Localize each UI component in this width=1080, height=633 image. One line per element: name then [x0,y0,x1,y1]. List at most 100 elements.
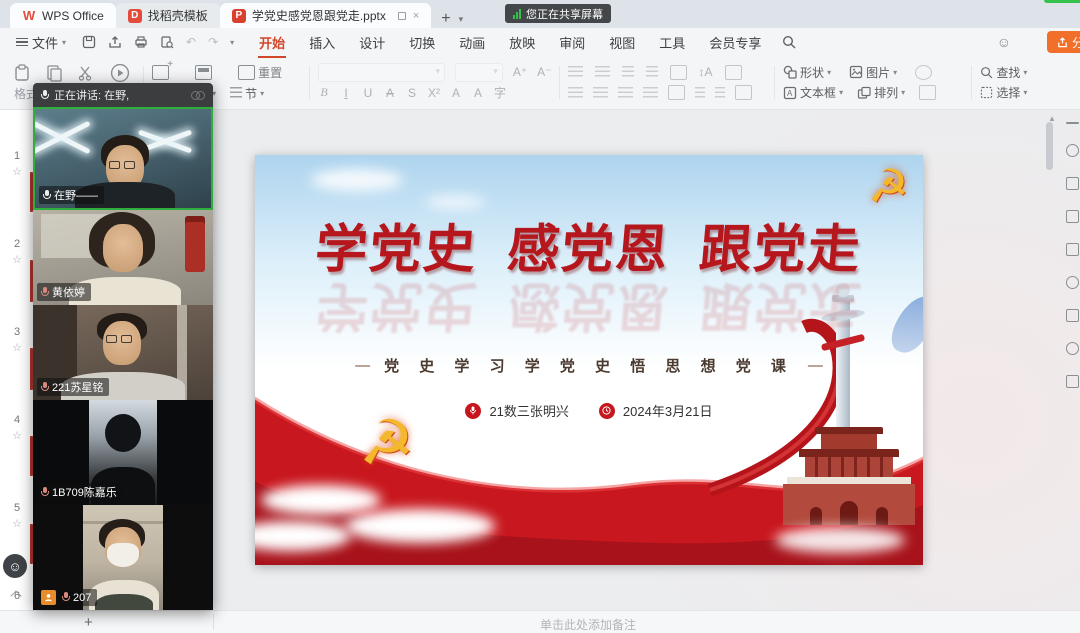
tab-docer-templates[interactable]: D 找稻壳模板 [116,3,220,28]
new-tab-button[interactable]: + [441,10,450,28]
star-icon[interactable]: ☆ [12,429,22,442]
star-icon[interactable]: ☆ [12,253,22,266]
chart-icon[interactable] [915,65,932,80]
rail-tool-icon[interactable] [1066,210,1079,223]
search-icon[interactable] [782,35,796,49]
font-style-button[interactable]: B [318,85,331,100]
textbox-button[interactable]: A文本框▾ [783,84,843,101]
arrange-button[interactable]: 排列▾ [857,84,905,101]
screen-share-indicator[interactable]: 您正在共享屏幕 [505,4,611,23]
cut-icon[interactable] [78,65,94,81]
clipboard-icon[interactable] [46,64,62,82]
font-style-button[interactable]: U [362,86,375,100]
print-icon[interactable] [134,35,148,49]
tab-pin-icon[interactable] [398,12,406,20]
shapes-button[interactable]: 形状▾ [783,64,831,81]
font-style-button[interactable]: I [340,86,353,100]
current-slide[interactable]: ☭ ☭ 学党史 感党恩 跟党走 学党史 感党恩 跟党走 — 党 史 学 习 学 … [255,155,923,565]
font-size-select[interactable] [455,63,503,82]
menu-tab[interactable]: 工具 [648,29,696,56]
add-slide-button[interactable]: + [84,614,93,631]
notes-placeholder[interactable]: 单击此处添加备注 [540,616,636,633]
new-slide-icon[interactable] [152,65,169,80]
rail-tool-icon[interactable] [1066,309,1079,322]
indent-list-icon[interactable] [695,87,705,99]
decrease-font-icon[interactable]: A⁻ [537,65,551,79]
video-tile[interactable]: 207 [33,505,213,610]
slide-thumbnail-item[interactable]: 1 ☆ [12,150,22,180]
share-button[interactable]: 分享 [1047,31,1080,53]
slide-thumbnail-item[interactable]: 2 ☆ [12,238,22,268]
menu-tab[interactable]: 会员专享 [698,29,772,56]
video-tile[interactable]: 在野—— [33,107,213,210]
export-icon[interactable] [108,35,122,49]
menu-tab[interactable]: 审阅 [548,29,596,56]
menu-tab[interactable]: 切换 [398,29,446,56]
font-style-button[interactable]: X² [428,86,441,100]
save-icon[interactable] [82,35,96,49]
toolbar-chevron-icon[interactable]: ▾ [230,38,234,47]
rail-tool-icon[interactable] [1066,243,1079,256]
outline-icon[interactable] [715,87,725,99]
rail-tool-icon[interactable] [1066,375,1079,388]
undo-icon[interactable]: ↶ [186,35,196,49]
rail-tool-icon[interactable] [1066,177,1079,190]
star-icon[interactable]: ☆ [12,165,22,178]
wps-assistant-button[interactable]: ☺ [3,554,27,578]
picture-button[interactable]: 图片▾ [849,64,897,81]
increase-font-icon[interactable]: A⁺ [513,65,527,79]
menu-tab[interactable]: 视图 [598,29,646,56]
slide-thumbnail-item[interactable]: 3 ☆ [12,326,22,356]
section-button[interactable]: 节▾ [230,85,264,102]
font-style-button[interactable]: A [450,86,463,100]
font-family-select[interactable] [318,63,446,82]
numbered-list-icon[interactable] [595,66,610,78]
file-menu-button[interactable]: 文件 ▾ [8,33,74,52]
align-center-icon[interactable] [593,87,608,99]
slide-layout-icon[interactable] [195,65,212,80]
rail-tool-icon[interactable] [1066,342,1079,355]
menu-tab[interactable]: 插入 [298,29,346,56]
decrease-indent-icon[interactable] [622,66,634,78]
rail-tool-icon[interactable] [1066,276,1079,289]
video-tile[interactable]: 221苏星铭 [33,305,213,400]
editing-canvas[interactable]: ☭ ☭ 学党史 感党恩 跟党走 学党史 感党恩 跟党走 — 党 史 学 习 学 … [213,110,1080,610]
menu-tab[interactable]: 放映 [498,29,546,56]
collapse-rail-icon[interactable] [1066,122,1079,124]
meeting-video-panel[interactable]: 正在讲话: 在野, 在野—— 黄依婷 [33,83,213,610]
tab-active-document[interactable]: P 学党史感党恩跟党走.pptx × [220,3,431,28]
media-icon[interactable] [919,85,936,100]
font-style-button[interactable]: S [406,86,419,100]
line-spacing-icon[interactable]: ↕A [699,65,713,79]
find-button[interactable]: 查找▾ [980,64,1027,81]
vertical-scrollbar-thumb[interactable] [1046,122,1053,170]
video-tile[interactable]: 黄依婷 [33,210,213,305]
menu-tab[interactable]: 设计 [348,29,396,56]
text-direction-icon[interactable] [670,65,687,80]
font-style-button[interactable]: 字 [494,84,507,101]
rail-tool-icon[interactable] [1066,144,1079,157]
increase-indent-icon[interactable] [646,66,658,78]
play-from-start-icon[interactable] [110,63,130,83]
font-style-button[interactable]: A [472,86,485,100]
align-right-icon[interactable] [618,87,633,99]
font-style-button[interactable]: A [384,86,397,100]
tab-wps-home[interactable]: W WPS Office [10,3,116,28]
select-button[interactable]: 选择▾ [980,84,1027,101]
redo-icon[interactable]: ↷ [208,35,218,49]
slide-thumbnail-item[interactable]: 5 ☆ [12,502,22,532]
star-icon[interactable]: ☆ [12,517,22,530]
align-objects-icon[interactable] [735,85,752,100]
star-icon[interactable]: ☆ [12,341,22,354]
paste-icon[interactable] [14,64,30,82]
tab-close-icon[interactable]: × [413,10,419,22]
columns-icon[interactable] [725,65,742,80]
align-left-icon[interactable] [568,87,583,99]
bullet-list-icon[interactable] [568,66,583,78]
feedback-icon[interactable]: ☺ [997,34,1011,50]
reset-button[interactable]: 重置 [238,64,282,81]
menu-tab[interactable]: 开始 [248,29,296,56]
menu-tab[interactable]: 动画 [448,29,496,56]
video-tile[interactable]: 1B709陈嘉乐 [33,400,213,505]
slide-thumbnail-item[interactable]: 4 ☆ [12,414,22,444]
